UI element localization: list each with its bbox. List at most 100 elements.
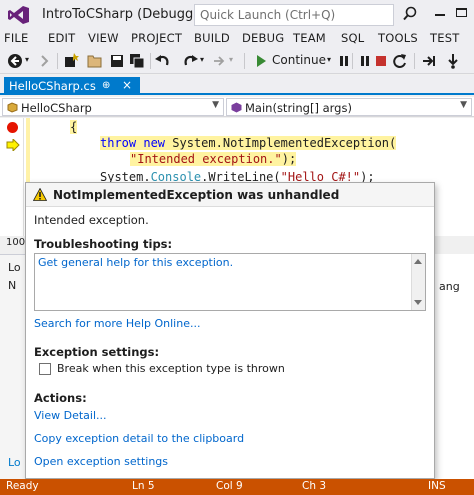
- menu-file[interactable]: FILE: [4, 31, 28, 45]
- tab-hellocsharp[interactable]: HelloCSharp.cs ⊕ ×: [4, 77, 140, 95]
- breakpoint-icon[interactable]: [7, 122, 18, 133]
- language-column-header: ang: [439, 280, 460, 293]
- menu-debug[interactable]: DEBUG: [242, 31, 284, 45]
- toolbar-separator: [352, 53, 353, 69]
- class-combo-value: HelloCSharp: [21, 101, 92, 115]
- window-title: IntroToCSharp (Debugging): [42, 7, 219, 22]
- redo2-dropdown-icon[interactable]: ▾: [229, 55, 233, 64]
- document-tab-well: HelloCSharp.cs ⊕ ×: [0, 75, 474, 95]
- class-icon: [7, 102, 18, 113]
- status-char: Ch 3: [302, 480, 327, 492]
- string-literal: "Intended exception.": [130, 152, 282, 166]
- toolbar-separator: [57, 53, 58, 69]
- toolbar-separator: [414, 53, 415, 69]
- title-bar: IntroToCSharp (Debugging) Quick Launch (…: [0, 0, 474, 30]
- status-bar: Ready Ln 5 Col 9 Ch 3 INS: [0, 479, 474, 495]
- open-exception-settings-link[interactable]: Open exception settings: [34, 455, 168, 468]
- code-punctuation: );: [281, 152, 297, 166]
- menu-bar: FILE EDIT VIEW PROJECT BUILD DEBUG TEAM …: [0, 30, 474, 48]
- search-help-online-link[interactable]: Search for more Help Online...: [34, 317, 200, 330]
- break-when-thrown-label[interactable]: Break when this exception type is thrown: [57, 362, 285, 375]
- redo-arrow-icon[interactable]: [210, 52, 228, 70]
- menu-test[interactable]: TEST: [430, 31, 459, 45]
- bottom-tab[interactable]: Lo: [8, 456, 21, 469]
- exception-title: NotImplementedException was unhandled: [53, 188, 340, 202]
- navigation-bar: HelloCSharp ▼ Main(string[] args) ▼: [0, 97, 474, 117]
- exception-settings-heading: Exception settings:: [34, 345, 160, 359]
- new-keyword: new: [143, 136, 166, 150]
- current-statement-arrow-icon: [6, 139, 20, 151]
- code-line-throw: throw new System.NotImplementedException…: [100, 136, 397, 150]
- view-detail-link[interactable]: View Detail...: [34, 409, 107, 422]
- exception-assistant-popup: NotImplementedException was unhandled In…: [25, 182, 435, 479]
- scroll-down-icon[interactable]: [414, 300, 422, 305]
- zoom-level[interactable]: 100: [6, 237, 25, 248]
- name-column-header: N: [8, 279, 17, 292]
- toolbar-separator: [244, 53, 245, 69]
- code-brace: {: [70, 120, 78, 134]
- locals-tab[interactable]: Lo: [8, 261, 21, 274]
- search-icon[interactable]: [402, 6, 418, 22]
- back-icon[interactable]: [6, 52, 24, 70]
- break-when-thrown-checkbox[interactable]: [39, 363, 51, 375]
- menu-project[interactable]: PROJECT: [131, 31, 182, 45]
- menu-tools[interactable]: TOOLS: [378, 31, 418, 45]
- chevron-down-icon: ▼: [460, 100, 467, 110]
- exception-message: Intended exception.: [34, 213, 149, 227]
- menu-view[interactable]: VIEW: [88, 31, 119, 45]
- restart-icon[interactable]: [391, 52, 409, 70]
- step-into-icon[interactable]: [444, 52, 462, 70]
- troubleshooting-heading: Troubleshooting tips:: [34, 237, 173, 251]
- vertical-scrollbar[interactable]: [411, 254, 425, 310]
- member-combo[interactable]: Main(string[] args) ▼: [226, 98, 472, 116]
- new-project-icon[interactable]: [62, 52, 80, 70]
- quick-launch-input[interactable]: Quick Launch (Ctrl+Q): [194, 4, 394, 26]
- tab-label: HelloCSharp.cs: [9, 79, 96, 93]
- close-icon[interactable]: ×: [122, 78, 132, 92]
- indicator-margin[interactable]: [0, 118, 24, 236]
- save-all-icon[interactable]: [128, 52, 146, 70]
- show-next-statement-icon[interactable]: [420, 52, 438, 70]
- undo-icon[interactable]: [154, 52, 172, 70]
- menu-sql[interactable]: SQL: [341, 31, 364, 45]
- continue-dropdown-icon[interactable]: ▾: [327, 55, 331, 64]
- standard-toolbar: ▾ ▾ ▾ Continue ▾: [0, 48, 474, 74]
- menu-build[interactable]: BUILD: [194, 31, 230, 45]
- warning-icon: [33, 188, 47, 201]
- throw-expression: System.NotImplementedException(: [172, 136, 397, 150]
- right-tool-window: ang: [434, 254, 474, 479]
- status-state: Ready: [6, 480, 39, 492]
- menu-edit[interactable]: EDIT: [48, 31, 75, 45]
- minimize-button[interactable]: [435, 14, 445, 16]
- stop-icon[interactable]: [372, 52, 390, 70]
- general-help-link[interactable]: Get general help for this exception.: [38, 256, 233, 269]
- status-insert-mode: INS: [428, 480, 446, 492]
- visual-studio-logo-icon: [8, 6, 29, 24]
- menu-team[interactable]: TEAM: [293, 31, 326, 45]
- actions-heading: Actions:: [34, 391, 87, 405]
- maximize-button[interactable]: [456, 8, 467, 17]
- class-combo[interactable]: HelloCSharp ▼: [2, 98, 224, 116]
- redo-icon[interactable]: [181, 52, 199, 70]
- method-icon: [231, 102, 242, 113]
- redo-dropdown-icon[interactable]: ▾: [200, 55, 204, 64]
- chevron-down-icon: ▼: [212, 100, 219, 110]
- member-combo-value: Main(string[] args): [245, 101, 352, 115]
- continue-button[interactable]: Continue: [272, 53, 326, 67]
- status-column: Col 9: [216, 480, 243, 492]
- popup-header: NotImplementedException was unhandled: [26, 183, 434, 207]
- pin-icon[interactable]: ⊕: [102, 80, 110, 91]
- save-icon[interactable]: [108, 52, 126, 70]
- continue-icon[interactable]: [252, 52, 270, 70]
- back-dropdown-icon[interactable]: ▾: [25, 55, 29, 64]
- pause-icon[interactable]: [335, 52, 353, 70]
- status-line: Ln 5: [132, 480, 155, 492]
- toolbar-separator: [150, 53, 151, 69]
- scroll-up-icon[interactable]: [414, 259, 422, 264]
- copy-exception-detail-link[interactable]: Copy exception detail to the clipboard: [34, 432, 244, 445]
- forward-icon[interactable]: [36, 52, 54, 70]
- open-icon[interactable]: [86, 52, 104, 70]
- code-line-throw-arg: "Intended exception.");: [130, 152, 297, 166]
- throw-keyword: throw: [100, 136, 137, 150]
- troubleshooting-tips-list[interactable]: Get general help for this exception.: [34, 253, 426, 311]
